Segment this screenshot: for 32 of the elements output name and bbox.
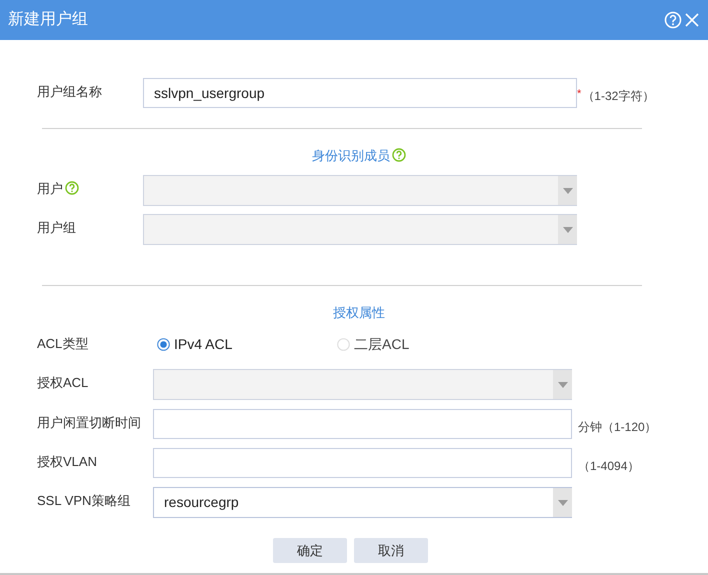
field-hint: （1-32字符） — [582, 88, 654, 105]
required-mark: * — [577, 87, 582, 102]
radio-option[interactable]: 二层ACL — [337, 334, 410, 355]
help-icon[interactable] — [392, 148, 406, 162]
dialog-button[interactable]: 确定 — [273, 538, 347, 563]
field-label: 用户组名称 — [37, 84, 102, 99]
section-title: 授权属性 — [333, 305, 385, 320]
field-label: 授权VLAN — [37, 454, 97, 469]
text-field[interactable]: sslvpn_usergroup — [143, 78, 577, 108]
dropdown-value: resourcegrp — [164, 493, 239, 512]
close-icon[interactable] — [684, 12, 700, 28]
field-hint: 分钟（1-120） — [578, 419, 657, 436]
field-label: 用户闲置切断时间 — [37, 415, 141, 430]
text-field[interactable] — [153, 448, 572, 478]
caret-icon — [562, 226, 572, 232]
field-label: ACL类型 — [37, 336, 88, 351]
dropdown-arrow-button[interactable] — [553, 488, 572, 517]
text-field[interactable] — [153, 409, 572, 439]
field-hint: （1-4094） — [578, 458, 640, 475]
caret-icon — [562, 188, 572, 194]
field-label: 授权ACL — [37, 375, 88, 390]
dialog-button[interactable]: 取消 — [354, 538, 428, 563]
caret-icon — [558, 500, 568, 506]
radio-button[interactable] — [157, 338, 170, 351]
radio-option[interactable]: IPv4 ACL — [157, 334, 337, 355]
caret-icon — [558, 382, 568, 388]
dropdown-field[interactable]: resourcegrp — [153, 487, 572, 518]
field-label: 用户 — [37, 181, 63, 196]
section-title: 身份识别成员 — [312, 148, 390, 163]
window-title: 新建用户组 — [8, 10, 88, 30]
field-label: 用户组 — [37, 220, 76, 235]
field-label: SSL VPN策略组 — [37, 493, 130, 508]
